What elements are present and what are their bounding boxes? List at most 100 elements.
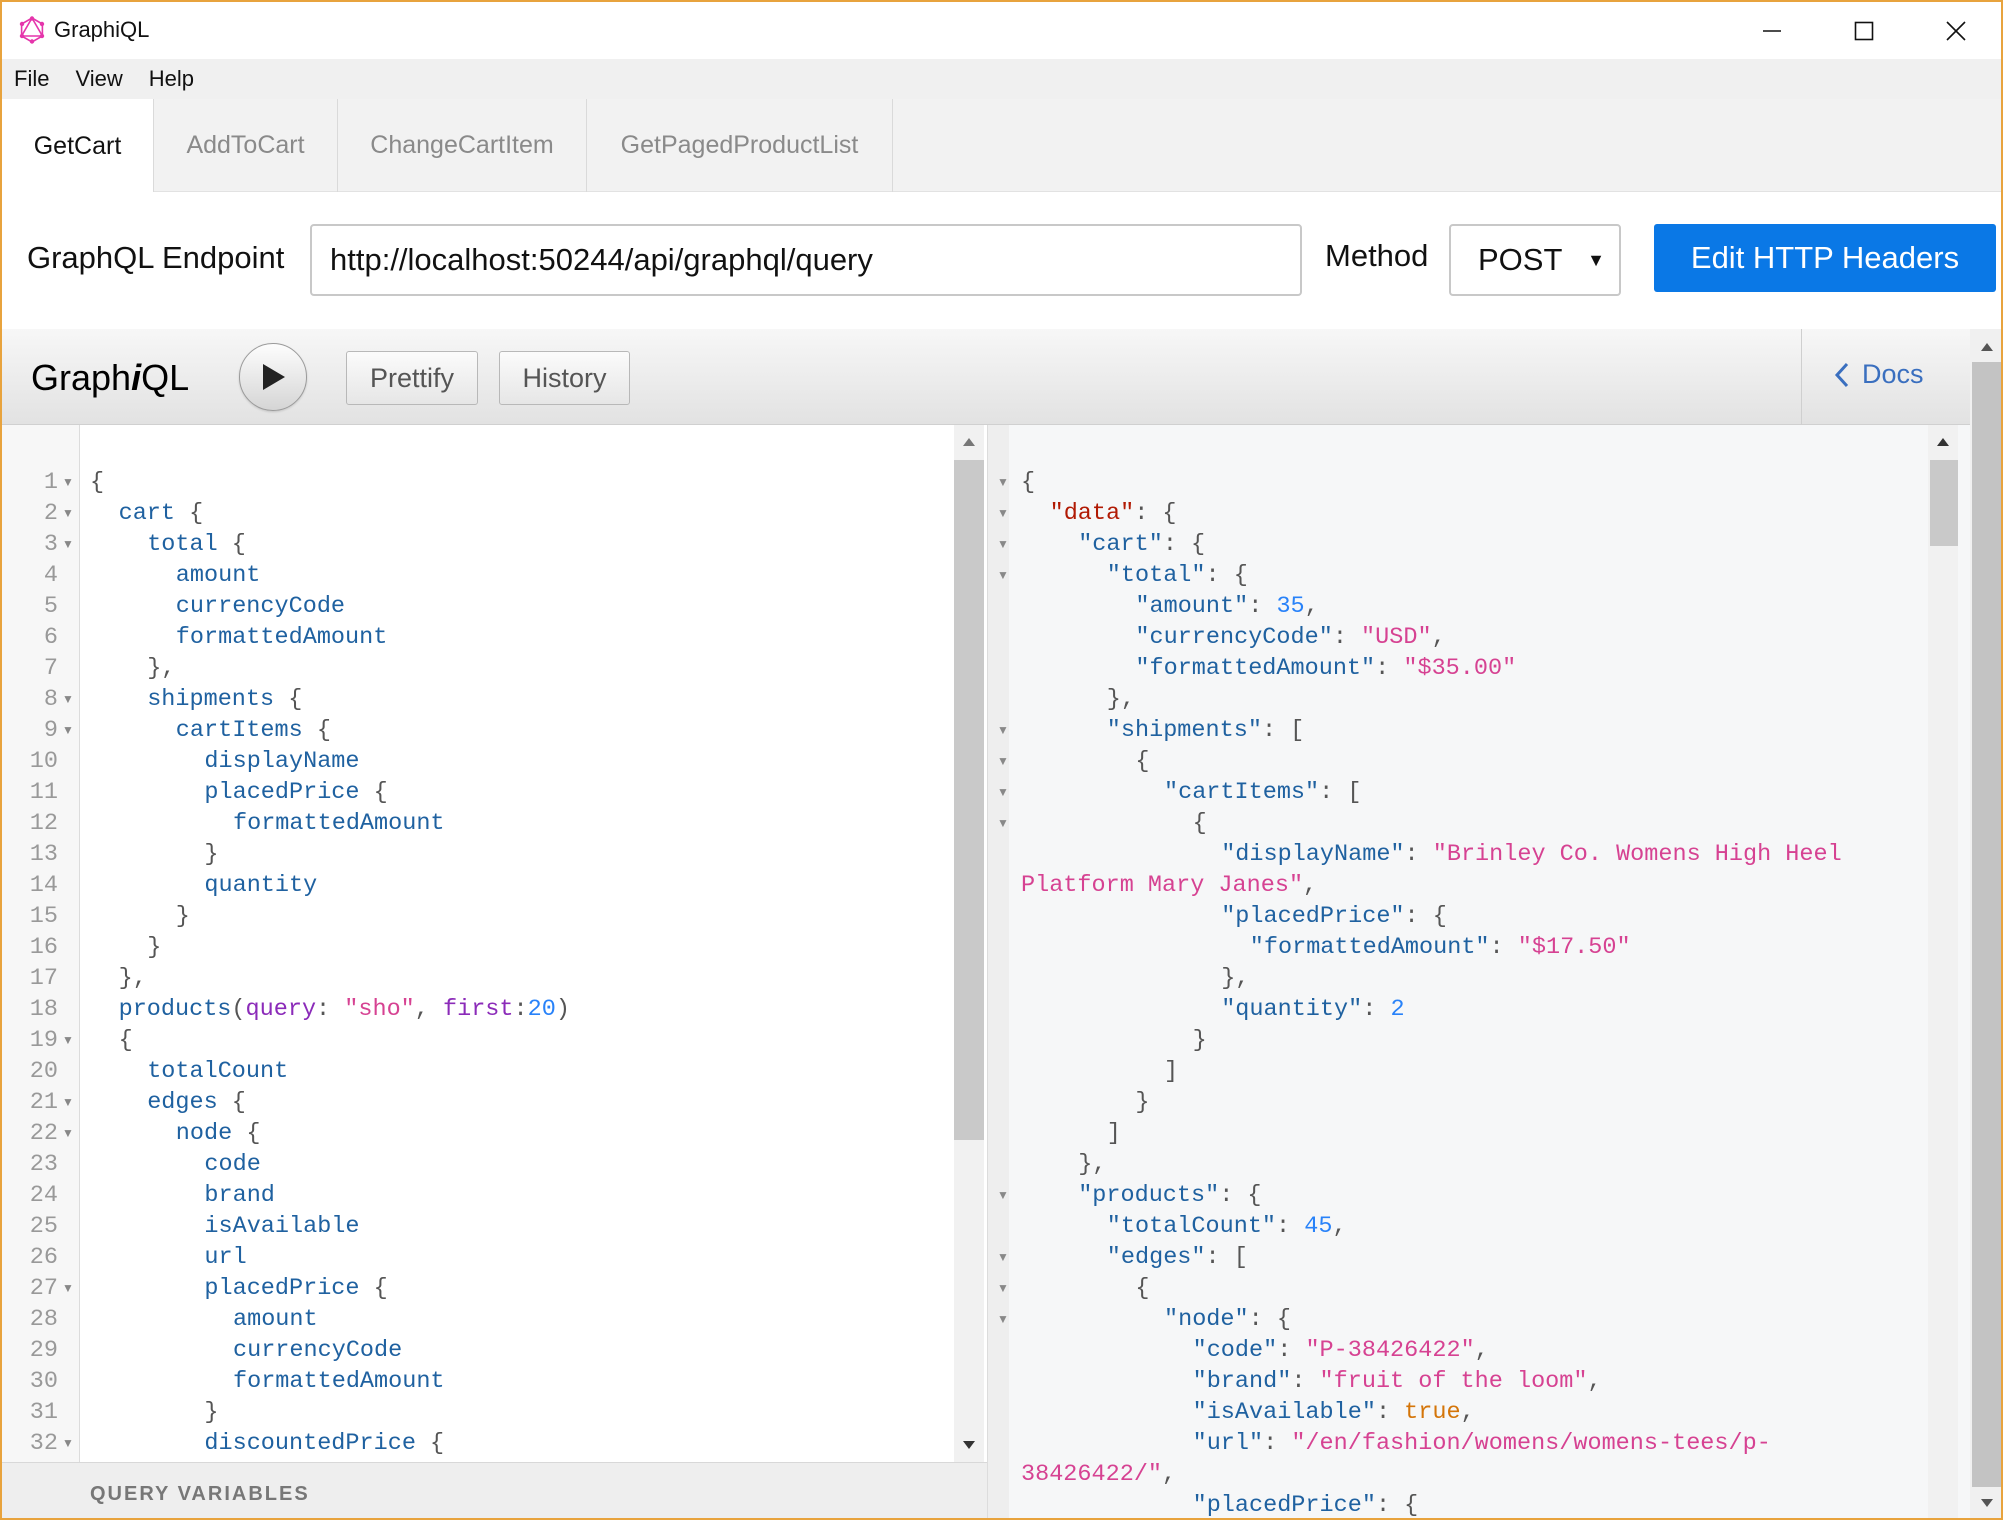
fold-arrow-icon[interactable]: ▼ [997, 1242, 1011, 1273]
fold-arrow-icon[interactable]: ▼ [997, 777, 1011, 808]
result-viewer[interactable]: ▼{▼ "data": {▼ "cart": {▼ "total": {"amount… [997, 425, 1970, 1518]
query-line[interactable]: total { [147, 529, 246, 560]
result-line: "placedPrice": { [1193, 1490, 1419, 1518]
query-line[interactable]: url [204, 1242, 246, 1273]
query-line[interactable]: }, [147, 653, 175, 684]
query-line[interactable]: } [204, 839, 218, 870]
history-button[interactable]: History [499, 351, 630, 405]
query-line[interactable]: placedPrice { [204, 1273, 387, 1304]
menu-file[interactable]: File [14, 66, 49, 92]
query-line[interactable]: { [90, 467, 104, 498]
menu-view[interactable]: View [75, 66, 122, 92]
fold-arrow-icon[interactable]: ▼ [62, 1273, 76, 1304]
fold-arrow-icon[interactable]: ▼ [62, 684, 76, 715]
method-select[interactable]: POST ▼ [1449, 224, 1621, 296]
query-line[interactable]: cartItems { [176, 715, 331, 746]
docs-label: Docs [1862, 359, 1924, 389]
fold-arrow-icon[interactable]: ▼ [997, 498, 1011, 529]
tab-getpagedproductlist[interactable]: GetPagedProductList [587, 99, 893, 192]
code-token: currencyCode [233, 1337, 403, 1364]
fold-arrow-icon[interactable]: ▼ [997, 715, 1011, 746]
endpoint-input[interactable] [310, 224, 1302, 296]
query-line[interactable]: isAvailable [204, 1211, 359, 1242]
prettify-button[interactable]: Prettify [346, 351, 478, 405]
docs-button[interactable]: Docs [1834, 359, 1924, 390]
fold-arrow-icon[interactable]: ▼ [62, 1087, 76, 1118]
query-line[interactable]: code [204, 1149, 260, 1180]
window-scroll-down-arrow-icon[interactable] [1972, 1488, 2001, 1518]
query-line[interactable]: edges { [147, 1087, 246, 1118]
fold-arrow-icon[interactable]: ▼ [62, 467, 76, 498]
query-line[interactable]: formattedAmount [233, 1366, 445, 1397]
fold-arrow-icon[interactable]: ▼ [62, 1428, 76, 1459]
fold-arrow-icon[interactable]: ▼ [997, 1180, 1011, 1211]
maximize-button[interactable] [1818, 2, 1910, 59]
window-scroll-up-arrow-icon[interactable] [1972, 332, 2001, 362]
edit-http-headers-button[interactable]: Edit HTTP Headers [1654, 224, 1996, 292]
scroll-down-arrow-icon[interactable] [954, 1430, 984, 1460]
query-line[interactable]: shipments { [147, 684, 302, 715]
query-line[interactable]: currencyCode [176, 591, 345, 622]
result-scrollbar[interactable] [1928, 425, 1958, 1518]
close-button[interactable] [1910, 2, 2001, 59]
fold-arrow-icon[interactable]: ▼ [997, 529, 1011, 560]
code-token: { [359, 779, 388, 806]
code-token: totalCount [147, 1058, 289, 1085]
query-line[interactable]: placedPrice { [204, 777, 387, 808]
query-line[interactable]: products(query: "sho", first:20) [119, 994, 570, 1025]
tab-getcart[interactable]: GetCart [2, 99, 154, 193]
fold-arrow-icon[interactable]: ▼ [62, 1118, 76, 1149]
fold-arrow-icon[interactable]: ▼ [997, 1273, 1011, 1304]
code-token: "formattedAmount" [1135, 655, 1376, 682]
fold-arrow-icon[interactable]: ▼ [997, 808, 1011, 839]
query-line[interactable]: } [176, 901, 190, 932]
fold-arrow-icon[interactable]: ▼ [997, 560, 1011, 591]
query-line[interactable]: { [119, 1025, 133, 1056]
query-line[interactable]: currencyCode [233, 1335, 402, 1366]
query-variables-panel[interactable]: QUERY VARIABLES [2, 1462, 987, 1518]
query-line[interactable]: }, [119, 963, 147, 994]
code-token: { [1135, 748, 1150, 775]
query-line[interactable]: totalCount [147, 1056, 288, 1087]
minimize-button[interactable] [1726, 2, 1818, 59]
query-line[interactable]: amount [176, 560, 261, 591]
code-token: "formattedAmount" [1249, 934, 1490, 961]
code-token: ] [1164, 1058, 1179, 1085]
code-token: { [232, 1120, 261, 1147]
result-scroll-up-arrow-icon[interactable] [1928, 427, 1958, 457]
code-token: "edges" [1106, 1244, 1206, 1271]
fold-arrow-icon[interactable]: ▼ [62, 715, 76, 746]
query-line[interactable]: formattedAmount [176, 622, 388, 653]
query-line[interactable]: formattedAmount [233, 808, 445, 839]
result-line: { [1021, 467, 1035, 498]
fold-arrow-icon[interactable]: ▼ [62, 529, 76, 560]
fold-arrow-icon[interactable]: ▼ [997, 467, 1011, 498]
scroll-up-arrow-icon[interactable] [954, 427, 984, 457]
line-number: 17 [29, 965, 58, 992]
query-line[interactable]: discountedPrice { [204, 1428, 444, 1459]
fold-arrow-icon[interactable]: ▼ [62, 1025, 76, 1056]
result-line: "shipments": [ [1107, 715, 1304, 746]
line-number: 2 [43, 500, 58, 527]
query-scrollbar-thumb[interactable] [954, 460, 984, 1140]
fold-arrow-icon[interactable]: ▼ [997, 1304, 1011, 1335]
query-line[interactable]: cart { [119, 498, 204, 529]
menu-help[interactable]: Help [149, 66, 194, 92]
fold-arrow-icon[interactable]: ▼ [997, 746, 1011, 777]
execute-query-button[interactable] [239, 343, 307, 411]
query-line[interactable]: node { [176, 1118, 261, 1149]
query-line[interactable]: quantity [204, 870, 317, 901]
fold-arrow-icon[interactable]: ▼ [62, 498, 76, 529]
query-editor[interactable]: 1 ▼ 2 ▼ 3 ▼ 4 5 6 7 8 ▼ 9 ▼ 10 11 12 13 14 15 16 17 18 19 ▼ 20 21 ▼… [2, 425, 987, 1462]
tab-changecartitem[interactable]: ChangeCartItem [338, 99, 587, 192]
query-line[interactable]: amount [233, 1304, 318, 1335]
code-token: quantity [204, 872, 318, 899]
query-line[interactable]: } [147, 932, 161, 963]
window-scrollbar-thumb[interactable] [1972, 362, 2001, 1487]
result-scrollbar-thumb[interactable] [1930, 460, 1958, 546]
query-line[interactable]: brand [204, 1180, 275, 1211]
tab-addtocart[interactable]: AddToCart [154, 99, 338, 192]
query-line[interactable]: } [204, 1397, 218, 1428]
query-line[interactable]: displayName [204, 746, 359, 777]
code-token: 45 [1304, 1213, 1333, 1240]
